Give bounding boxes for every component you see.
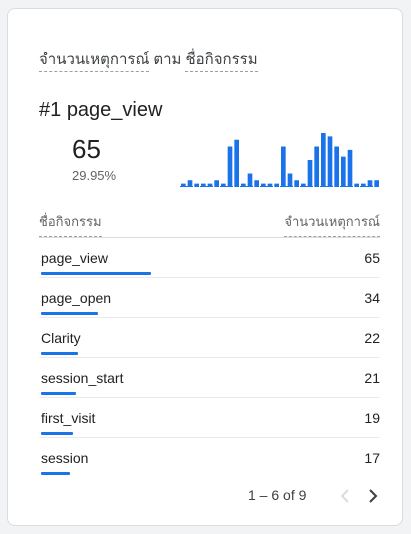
- title-connector: ตาม: [153, 51, 182, 68]
- row-share-bar: [41, 392, 77, 395]
- row-share-bar: [41, 272, 151, 275]
- row-name: first_visit: [41, 410, 96, 426]
- table-row[interactable]: Clarity 22: [39, 318, 380, 358]
- chart-bar: [287, 173, 293, 187]
- chart-bar: [361, 183, 366, 187]
- row-name: page_view: [41, 250, 108, 266]
- row-share-bar: [41, 472, 70, 475]
- chart-bar: [314, 146, 319, 187]
- top-event-name: page_view: [66, 99, 163, 121]
- row-name: page_open: [41, 290, 112, 306]
- metric-selector[interactable]: จำนวนเหตุการณ์: [39, 51, 150, 72]
- chart-bar: [294, 180, 299, 187]
- table-row[interactable]: page_open 34: [39, 278, 380, 318]
- chart-bar: [221, 183, 226, 187]
- row-name: session_start: [41, 370, 124, 386]
- top-item: #1 page_view: [39, 99, 162, 122]
- chart-bar: [261, 183, 266, 187]
- column-header-name[interactable]: ชื่อกิจกรรม: [39, 211, 102, 237]
- row-value: 22: [364, 330, 380, 346]
- chart-bar: [227, 146, 233, 187]
- table-row[interactable]: session 17: [39, 438, 380, 477]
- pagination-range: 1 – 6 of 9: [248, 487, 307, 503]
- row-name: Clarity: [41, 330, 81, 346]
- chart-bar: [187, 180, 193, 187]
- row-value: 19: [364, 410, 380, 426]
- chart-bar: [367, 180, 373, 187]
- row-share-bar: [41, 432, 73, 435]
- chart-bar: [241, 183, 246, 187]
- chart-bar: [281, 146, 286, 187]
- chart-bar: [327, 136, 333, 187]
- row-value: 34: [364, 290, 380, 306]
- chart-bar: [201, 183, 206, 187]
- chart-bar: [194, 183, 199, 187]
- top-value: 65: [72, 134, 101, 164]
- chart-bar: [267, 183, 273, 187]
- chart-bar: [341, 156, 346, 187]
- table-header: ชื่อกิจกรรม จำนวนเหตุการณ์: [39, 207, 380, 238]
- card-title: จำนวนเหตุการณ์ ตาม ชื่อกิจกรรม: [39, 47, 258, 72]
- chart-bar: [254, 180, 259, 187]
- table-row[interactable]: session_start 21: [39, 358, 380, 398]
- row-share-bar: [41, 312, 99, 315]
- next-page-button[interactable]: [363, 485, 383, 507]
- top-rank: #1: [39, 99, 62, 121]
- table-row[interactable]: page_view 65: [39, 238, 380, 278]
- row-share-bar: [41, 352, 79, 355]
- row-value: 21: [364, 370, 380, 386]
- chevron-right-icon: [369, 489, 378, 503]
- chart-bar: [181, 183, 186, 187]
- events-table: ชื่อกิจกรรม จำนวนเหตุการณ์ page_view 65 …: [39, 207, 380, 477]
- chart-bar: [301, 183, 306, 187]
- row-value: 65: [364, 250, 380, 266]
- top-percent: 29.95%: [72, 168, 117, 183]
- chart-bar: [247, 173, 253, 187]
- chart-bar: [354, 183, 359, 187]
- prev-page-button[interactable]: [335, 485, 355, 507]
- sparkline-chart: [180, 133, 380, 187]
- dimension-selector[interactable]: ชื่อกิจกรรม: [185, 51, 258, 72]
- chart-bar: [214, 180, 219, 187]
- chart-bar: [321, 133, 326, 187]
- chart-bar: [347, 149, 353, 187]
- chart-bar: [334, 146, 339, 187]
- row-name: session: [41, 450, 89, 466]
- column-header-value[interactable]: จำนวนเหตุการณ์: [284, 211, 380, 237]
- chart-bar: [374, 180, 379, 187]
- chart-bar: [207, 183, 213, 187]
- table-row[interactable]: first_visit 19: [39, 398, 380, 438]
- chart-bar: [234, 139, 239, 187]
- chart-bar: [274, 183, 279, 187]
- event-count-card: จำนวนเหตุการณ์ ตาม ชื่อกิจกรรม #1 page_vie…: [7, 8, 403, 526]
- chart-bar: [307, 160, 313, 187]
- chevron-left-icon: [340, 489, 349, 503]
- row-value: 17: [364, 450, 380, 466]
